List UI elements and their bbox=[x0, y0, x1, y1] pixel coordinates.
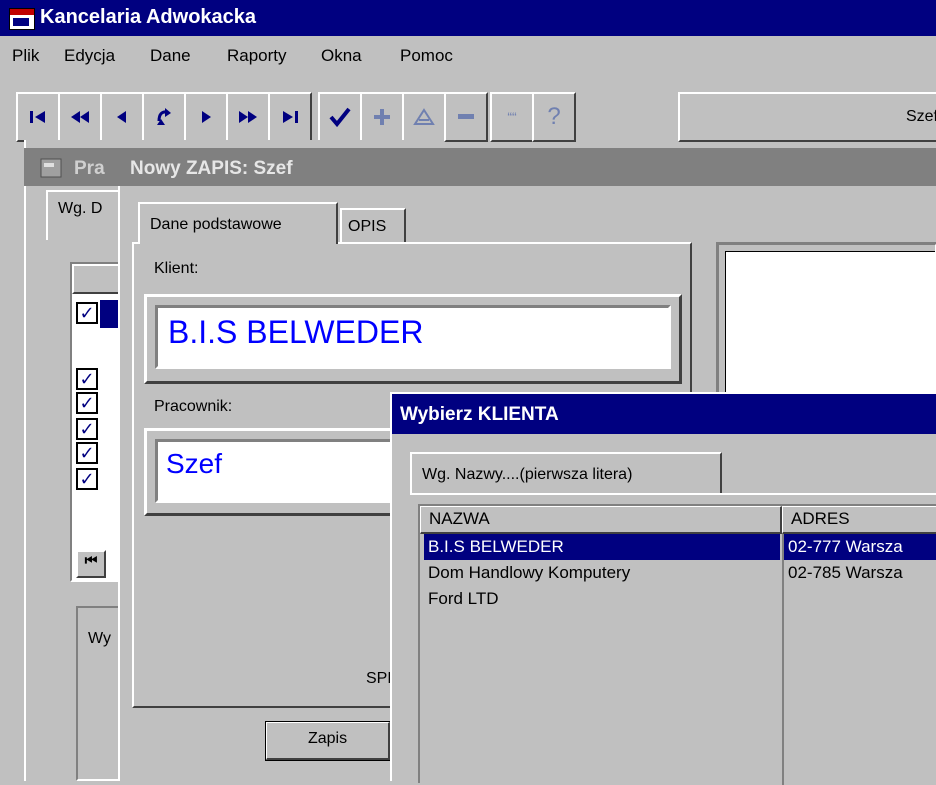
checkmark-icon bbox=[329, 107, 351, 127]
quote-icon: ““ bbox=[507, 109, 517, 125]
app-title-bar: Kancelaria Adwokacka bbox=[0, 0, 936, 36]
bg-panel-label: Wy bbox=[88, 630, 111, 647]
last-icon bbox=[283, 111, 298, 123]
window-icon bbox=[40, 158, 62, 178]
first-icon: ⏮ bbox=[84, 552, 98, 568]
select-client-dialog-title: Wybierz KLIENTA bbox=[400, 404, 559, 425]
tab-by-name[interactable]: Wg. Nazwy....(pierwsza litera) bbox=[410, 452, 722, 494]
row-name: Dom Handlowy Komputery bbox=[428, 563, 631, 582]
row-name: Ford LTD bbox=[428, 589, 499, 608]
quote-button[interactable]: ““ bbox=[490, 92, 534, 142]
prev-icon bbox=[117, 111, 126, 123]
app-logo-icon bbox=[9, 8, 35, 30]
next-record-button[interactable] bbox=[184, 92, 228, 142]
row-address-cell[interactable]: 02-777 Warsza bbox=[784, 534, 936, 560]
menu-edycja[interactable]: Edycja bbox=[64, 46, 115, 66]
tab-dane-podstawowe-label: Dane podstawowe bbox=[150, 216, 282, 233]
zapis-window-title: Nowy ZAPIS: Szef bbox=[130, 158, 293, 179]
prev-record-button[interactable] bbox=[100, 92, 144, 142]
first-icon bbox=[30, 111, 45, 123]
help-button[interactable]: ? bbox=[532, 92, 576, 142]
delete-button[interactable] bbox=[444, 92, 488, 142]
tab-opis[interactable]: OPIS bbox=[340, 208, 406, 242]
menu-raporty[interactable]: Raporty bbox=[227, 46, 287, 66]
menu-dane[interactable]: Dane bbox=[150, 46, 191, 66]
bg-list-selected bbox=[100, 300, 120, 328]
toolbar: ““ ? Szef bbox=[16, 92, 936, 142]
row-name: B.I.S BELWEDER bbox=[428, 537, 564, 556]
column-header-nazwa-label: NAZWA bbox=[429, 509, 490, 528]
select-client-dialog-title-bar[interactable]: Wybierz KLIENTA bbox=[392, 394, 936, 434]
table-row[interactable]: Ford LTD bbox=[424, 586, 780, 612]
employee-label: Pracownik: bbox=[154, 398, 233, 415]
triangle-icon bbox=[413, 108, 435, 125]
table-row-selected[interactable]: B.I.S BELWEDER bbox=[424, 534, 780, 560]
current-user-box: Szef bbox=[678, 92, 936, 142]
current-user-label: Szef bbox=[905, 108, 936, 125]
fast-forward-icon bbox=[239, 111, 257, 123]
menu-bar: Plik Edycja Dane Raporty Okna Pomoc bbox=[0, 36, 936, 76]
client-field[interactable]: B.I.S BELWEDER bbox=[155, 305, 671, 369]
row-address: 02-785 Warsza bbox=[788, 563, 903, 582]
column-header-adres[interactable]: ADRES bbox=[782, 506, 936, 534]
checkbox-checked[interactable]: ✓ bbox=[76, 442, 98, 464]
help-icon: ? bbox=[547, 103, 561, 130]
minus-icon bbox=[458, 114, 474, 119]
checkbox-checked[interactable]: ✓ bbox=[76, 468, 98, 490]
menu-okna[interactable]: Okna bbox=[321, 46, 362, 66]
first-record-button[interactable] bbox=[16, 92, 60, 142]
bg-first-button[interactable]: ⏮ bbox=[76, 550, 106, 578]
client-label: Klient: bbox=[154, 260, 199, 277]
bg-tab[interactable]: Wg. D bbox=[46, 190, 126, 240]
tab-divider bbox=[410, 493, 936, 495]
next-icon bbox=[202, 111, 211, 123]
checkbox-checked[interactable]: ✓ bbox=[76, 368, 98, 390]
app-title: Kancelaria Adwokacka bbox=[40, 6, 257, 28]
tab-by-name-label: Wg. Nazwy....(pierwsza litera) bbox=[422, 466, 633, 483]
zapis-window-title-bar[interactable]: Nowy ZAPIS: Szef bbox=[118, 148, 936, 186]
checkbox-checked[interactable]: ✓ bbox=[76, 392, 98, 414]
checkbox-checked[interactable]: ✓ bbox=[76, 302, 98, 324]
table-row[interactable]: Dom Handlowy Komputery bbox=[424, 560, 780, 586]
prev-page-button[interactable] bbox=[58, 92, 102, 142]
row-address: 02-777 Warsza bbox=[788, 537, 903, 556]
client-field-frame: B.I.S BELWEDER bbox=[144, 294, 682, 384]
column-header-nazwa[interactable]: NAZWA bbox=[420, 506, 782, 534]
next-page-button[interactable] bbox=[226, 92, 270, 142]
client-grid[interactable]: NAZWA ADRES B.I.S BELWEDER 02-777 Warsza… bbox=[418, 504, 936, 785]
bg-tab-label: Wg. D bbox=[58, 200, 103, 217]
edit-button[interactable] bbox=[402, 92, 446, 142]
row-address-cell[interactable]: 02-785 Warsza bbox=[784, 560, 936, 586]
save-button[interactable]: Zapis bbox=[265, 721, 391, 761]
rewind-icon bbox=[71, 111, 89, 123]
checkbox-checked[interactable]: ✓ bbox=[76, 418, 98, 440]
tab-dane-podstawowe[interactable]: Dane podstawowe bbox=[138, 202, 338, 244]
plus-icon bbox=[374, 109, 390, 125]
tab-opis-label: OPIS bbox=[348, 218, 387, 235]
refresh-button[interactable] bbox=[142, 92, 186, 142]
confirm-button[interactable] bbox=[318, 92, 362, 142]
insert-button[interactable] bbox=[360, 92, 404, 142]
column-header-adres-label: ADRES bbox=[791, 509, 850, 528]
select-client-dialog: Wg. Nazwy....(pierwsza litera) NAZWA ADR… bbox=[390, 392, 936, 785]
menu-plik[interactable]: Plik bbox=[12, 46, 39, 66]
background-window-title: Pra bbox=[74, 158, 105, 179]
menu-pomoc[interactable]: Pomoc bbox=[400, 46, 453, 66]
refresh-icon bbox=[157, 108, 171, 125]
last-record-button[interactable] bbox=[268, 92, 312, 142]
